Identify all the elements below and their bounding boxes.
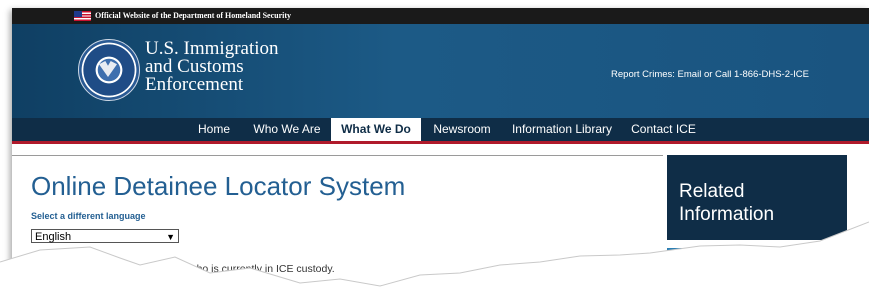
intro-text: age to locate a detainee who is currentl… [74, 263, 335, 275]
nav-item-information-library[interactable]: Information Library [506, 118, 618, 141]
nav-item-contact-ice[interactable]: Contact ICE [626, 118, 701, 141]
related-information-panel: Related Information [667, 155, 847, 240]
language-select[interactable]: English ▼ [31, 229, 179, 243]
related-heading-line-1: Related [679, 181, 745, 202]
language-select-value: English [35, 231, 72, 243]
related-heading-line-2: Information [679, 204, 775, 225]
sidebar-link-box[interactable] [667, 248, 847, 293]
chevron-down-icon: ▼ [166, 232, 175, 242]
nav-item-home[interactable]: Home [192, 118, 236, 141]
page-frame: Official Website of the Department of Ho… [12, 8, 869, 293]
dhs-seal-icon[interactable] [78, 39, 140, 101]
official-website-text: Official Website of the Department of Ho… [95, 11, 292, 20]
report-crimes-text: Report Crimes: Email or Call 1-866-DHS-2… [611, 69, 809, 80]
site-header: U.S. Immigration and Customs Enforcement… [12, 24, 869, 118]
agency-name-logo[interactable]: U.S. Immigration and Customs Enforcement [145, 39, 279, 95]
nav-item-what-we-do[interactable]: What We Do [331, 118, 421, 141]
agency-line-3: Enforcement [145, 74, 244, 95]
section-divider [12, 155, 663, 156]
language-label: Select a different language [31, 211, 146, 221]
nav-item-newsroom[interactable]: Newsroom [428, 118, 496, 141]
main-nav: Home Who We Are What We Do Newsroom Info… [12, 118, 869, 144]
us-flag-icon [74, 11, 91, 21]
warning-text: m cannot search for records of [192, 284, 354, 293]
nav-item-who-we-are[interactable]: Who We Are [248, 118, 326, 141]
official-banner: Official Website of the Department of Ho… [12, 8, 869, 24]
page-title: Online Detainee Locator System [31, 171, 406, 201]
